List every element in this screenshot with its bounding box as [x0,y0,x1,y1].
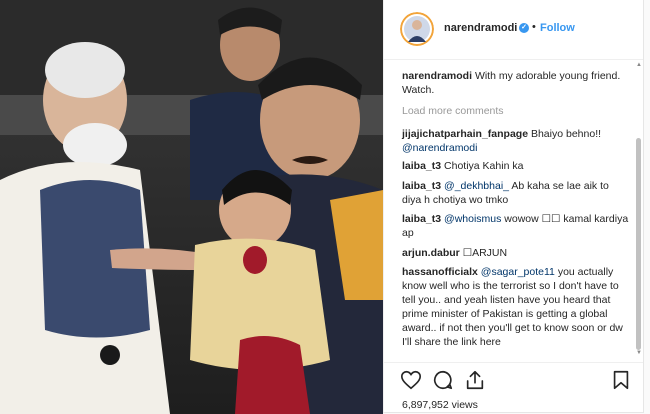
load-more-comments-button[interactable]: Load more comments [402,105,504,117]
avatar-image [400,12,434,46]
post-video-frame [0,0,383,414]
separator-dot: • [532,21,536,33]
follow-button[interactable]: Follow [540,22,575,34]
post-header: narendramodi ✓ • Follow [384,0,643,60]
comment-item: laiba_t3 @whoismus wowow ☐☐ kamal kardiy… [402,212,630,240]
share-icon[interactable] [464,369,488,393]
scroll-up-arrow-icon[interactable]: ▲ [636,62,642,68]
comments-scrollbar[interactable] [636,60,641,360]
comment-username[interactable]: laiba_t3 [402,160,441,172]
post-actions-bar: 6,897,952 views [384,362,643,413]
comment-username[interactable]: arjun.dabur [402,247,460,259]
comment-item: jijajichatparhain_fanpage Bhaiyo behno!!… [402,127,630,155]
post-video[interactable] [0,0,383,414]
post-side-panel: narendramodi ✓ • Follow narendramodi Wit… [383,0,644,413]
comment-username[interactable]: laiba_t3 [402,180,441,192]
comment-mention[interactable]: @narendramodi [402,142,477,154]
comments-list[interactable]: narendramodi With my adorable young frie… [384,60,636,360]
scroll-down-arrow-icon[interactable]: ▼ [636,350,642,356]
comment-mention[interactable]: @whoismus [444,213,501,225]
verified-badge-icon: ✓ [519,23,529,33]
comment-item: arjun.dabur ☐ARJUN [402,246,630,260]
comment-item: hassanofficialx @sagar_pote11 you actual… [402,265,630,349]
comment-item: laiba_t3 @_dekhbhai_ Ab kaha se lae aik … [402,179,630,207]
comment-text: Bhaiyo behno!! [530,128,602,140]
comment-username[interactable]: jijajichatparhain_fanpage [402,128,528,140]
comment-username[interactable]: hassanofficialx [402,266,478,278]
comment-icon[interactable] [432,369,456,393]
caption: narendramodi With my adorable young frie… [402,69,630,97]
post-username[interactable]: narendramodi [444,22,517,34]
caption-username[interactable]: narendramodi [402,70,472,82]
bookmark-icon[interactable] [610,369,634,393]
comment-text: you actually know well who is the terror… [402,266,623,348]
avatar[interactable] [400,12,434,46]
comment-mention[interactable]: @_dekhbhai_ [444,180,509,192]
comment-mention[interactable]: @sagar_pote11 [481,266,555,278]
comment-text: ☐ARJUN [462,247,508,259]
heart-icon[interactable] [400,369,424,393]
view-count: 6,897,952 views [402,399,478,411]
comment-text: Chotiya Kahin ka [444,160,524,172]
scrollbar-thumb[interactable] [636,138,641,350]
comment-item: laiba_t3 Chotiya Kahin ka [402,159,630,173]
instagram-post-frame: narendramodi ✓ • Follow narendramodi Wit… [0,0,650,414]
comment-username[interactable]: laiba_t3 [402,213,441,225]
